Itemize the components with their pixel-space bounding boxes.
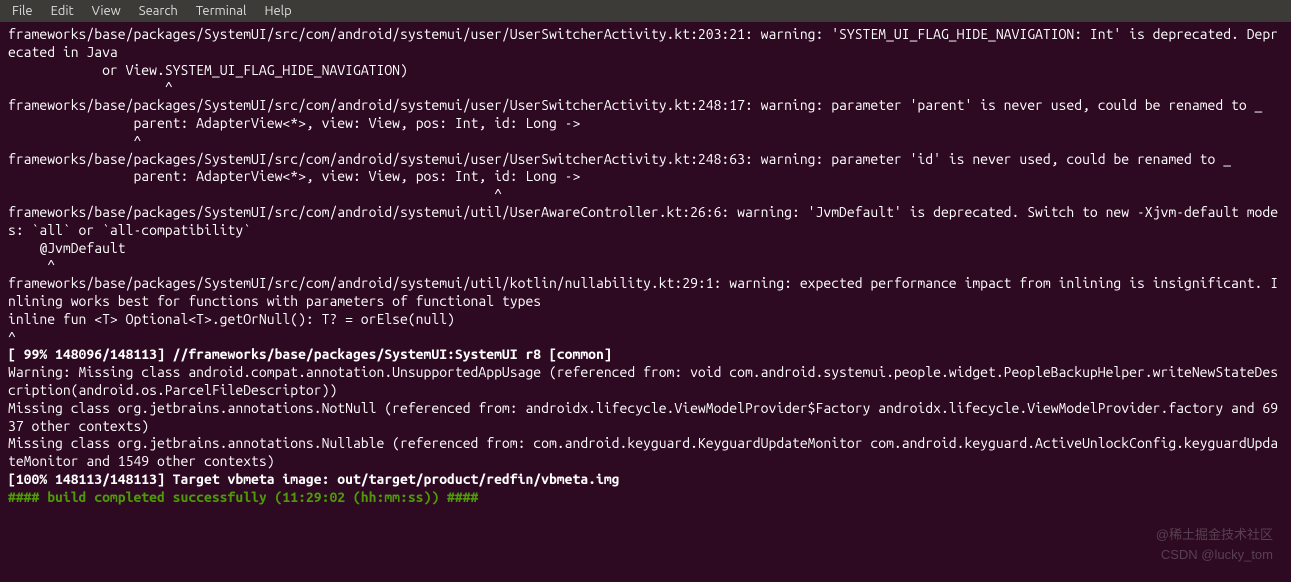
terminal-line: frameworks/base/packages/SystemUI/src/co… <box>8 204 1283 240</box>
terminal-output[interactable]: frameworks/base/packages/SystemUI/src/co… <box>0 22 1291 511</box>
terminal-line: #### build completed successfully (11:29… <box>8 489 1283 507</box>
watermark-line1: @稀土掘金技术社区 <box>1156 525 1273 545</box>
terminal-line: [100% 148113/148113] Target vbmeta image… <box>8 471 1283 489</box>
terminal-line: Missing class org.jetbrains.annotations.… <box>8 400 1283 436</box>
menu-search[interactable]: Search <box>131 2 186 20</box>
terminal-line: frameworks/base/packages/SystemUI/src/co… <box>8 275 1283 311</box>
terminal-line: ^ <box>8 133 1283 151</box>
terminal-line: Missing class org.jetbrains.annotations.… <box>8 435 1283 471</box>
terminal-line: or View.SYSTEM_UI_FLAG_HIDE_NAVIGATION) <box>8 62 1283 80</box>
menu-file[interactable]: File <box>4 2 41 20</box>
menu-view[interactable]: View <box>84 2 129 20</box>
watermark: @稀土掘金技术社区 CSDN @lucky_tom <box>1156 525 1273 564</box>
terminal-line: ^ <box>8 257 1283 275</box>
terminal-line: @JvmDefault <box>8 240 1283 258</box>
watermark-line2: CSDN @lucky_tom <box>1156 545 1273 565</box>
terminal-line: inline fun <T> Optional<T>.getOrNull(): … <box>8 311 1283 329</box>
terminal-line: parent: AdapterView<*>, view: View, pos:… <box>8 115 1283 133</box>
terminal-line: frameworks/base/packages/SystemUI/src/co… <box>8 151 1283 169</box>
terminal-line: ^ <box>8 186 1283 204</box>
menu-help[interactable]: Help <box>256 2 299 20</box>
terminal-line: Warning: Missing class android.compat.an… <box>8 364 1283 400</box>
menu-edit[interactable]: Edit <box>43 2 82 20</box>
terminal-line: frameworks/base/packages/SystemUI/src/co… <box>8 97 1283 115</box>
terminal-line: frameworks/base/packages/SystemUI/src/co… <box>8 26 1283 62</box>
menu-terminal[interactable]: Terminal <box>188 2 255 20</box>
menubar: File Edit View Search Terminal Help <box>0 0 1291 22</box>
terminal-line: ^ <box>8 329 1283 347</box>
terminal-line: ^ <box>8 79 1283 97</box>
terminal-line: [ 99% 148096/148113] //frameworks/base/p… <box>8 346 1283 364</box>
terminal-line: parent: AdapterView<*>, view: View, pos:… <box>8 168 1283 186</box>
